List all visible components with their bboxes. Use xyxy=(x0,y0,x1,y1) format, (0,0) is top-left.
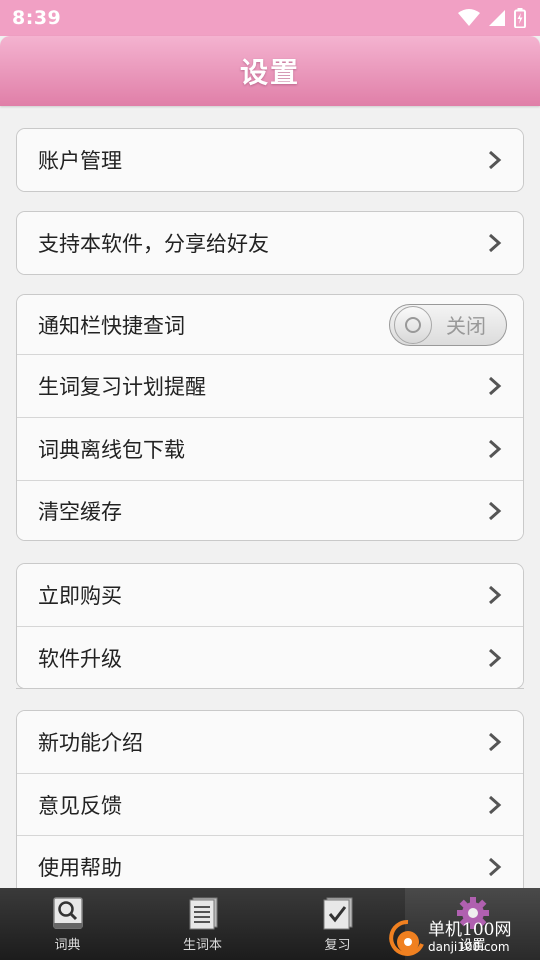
settings-item-upgrade[interactable]: 软件升级 xyxy=(17,626,523,688)
status-time: 8:39 xyxy=(12,7,62,29)
tab-label: 生词本 xyxy=(182,938,222,953)
settings-item-label: 通知栏快捷查词 xyxy=(38,313,185,338)
chevron-right-icon xyxy=(489,233,502,253)
settings-item-label: 支持本软件，分享给好友 xyxy=(38,232,269,256)
settings-item-label: 软件升级 xyxy=(38,646,122,671)
watermark: 单机100网 danji100.com xyxy=(388,916,540,960)
settings-item-label: 账户管理 xyxy=(38,149,122,173)
settings-item-whats-new[interactable]: 新功能介绍 xyxy=(17,711,523,773)
settings-item-feedback[interactable]: 意见反馈 xyxy=(17,773,523,835)
watermark-text-block: 单机100网 danji100.com xyxy=(428,920,511,954)
battery-icon xyxy=(514,8,526,28)
chevron-right-icon xyxy=(489,648,502,667)
chevron-right-icon xyxy=(489,857,502,876)
section-divider xyxy=(16,688,524,689)
tab-vocabulary[interactable]: 生词本 xyxy=(135,888,270,960)
magnifier-book-icon xyxy=(52,897,83,929)
settings-group-account: 账户管理 xyxy=(16,128,524,192)
settings-group-features: 通知栏快捷查词 关闭 生词复习计划提醒 词典离线包下载 清空缓存 xyxy=(16,294,524,541)
settings-item-share[interactable]: 支持本软件，分享给好友 xyxy=(17,212,523,274)
tab-review[interactable]: 复习 xyxy=(270,888,405,960)
checklist-icon xyxy=(323,897,352,930)
chevron-right-icon xyxy=(489,795,502,814)
page-title: 设置 xyxy=(239,56,300,89)
settings-item-label: 清空缓存 xyxy=(38,499,122,524)
notification-lookup-toggle[interactable]: 关闭 xyxy=(389,303,507,346)
settings-item-offline-download[interactable]: 词典离线包下载 xyxy=(17,417,523,480)
settings-group-help: 新功能介绍 意见反馈 使用帮助 xyxy=(16,710,524,910)
cellular-signal-icon xyxy=(489,10,505,26)
chevron-right-icon xyxy=(489,439,502,459)
page-header: 设置 xyxy=(0,36,540,106)
settings-item-label: 词典离线包下载 xyxy=(38,438,185,462)
status-bar: 8:39 xyxy=(0,0,540,36)
watermark-text: 单机100网 xyxy=(428,919,512,940)
watermark-subtext: danji100.com xyxy=(428,939,510,954)
settings-item-clear-cache[interactable]: 清空缓存 xyxy=(17,480,523,540)
tab-label: 复习 xyxy=(324,938,351,953)
notebook-icon xyxy=(189,897,217,930)
wifi-icon xyxy=(458,9,480,26)
chevron-right-icon xyxy=(489,585,502,605)
watermark-logo-icon xyxy=(389,919,424,956)
status-icons xyxy=(458,8,526,28)
settings-item-account-management[interactable]: 账户管理 xyxy=(17,129,523,191)
settings-item-buy-now[interactable]: 立即购买 xyxy=(17,564,523,626)
settings-group-share: 支持本软件，分享给好友 xyxy=(16,211,524,275)
chevron-right-icon xyxy=(489,501,502,520)
settings-item-review-reminder[interactable]: 生词复习计划提醒 xyxy=(17,354,523,417)
settings-item-label: 立即购买 xyxy=(38,584,122,608)
toggle-state-label: 关闭 xyxy=(446,314,486,338)
settings-item-notification-lookup: 通知栏快捷查词 关闭 xyxy=(17,295,523,354)
settings-group-purchase: 立即购买 软件升级 xyxy=(16,563,524,689)
settings-item-label: 意见反馈 xyxy=(38,793,122,818)
chevron-right-icon xyxy=(489,376,502,396)
toggle-knob xyxy=(394,305,432,344)
settings-item-label: 生词复习计划提醒 xyxy=(38,375,206,399)
tab-dictionary[interactable]: 词典 xyxy=(0,888,135,960)
tab-label: 词典 xyxy=(54,938,81,953)
chevron-right-icon xyxy=(489,150,502,170)
settings-item-label: 使用帮助 xyxy=(38,855,122,880)
settings-item-label: 新功能介绍 xyxy=(38,731,143,755)
chevron-right-icon xyxy=(489,732,502,752)
